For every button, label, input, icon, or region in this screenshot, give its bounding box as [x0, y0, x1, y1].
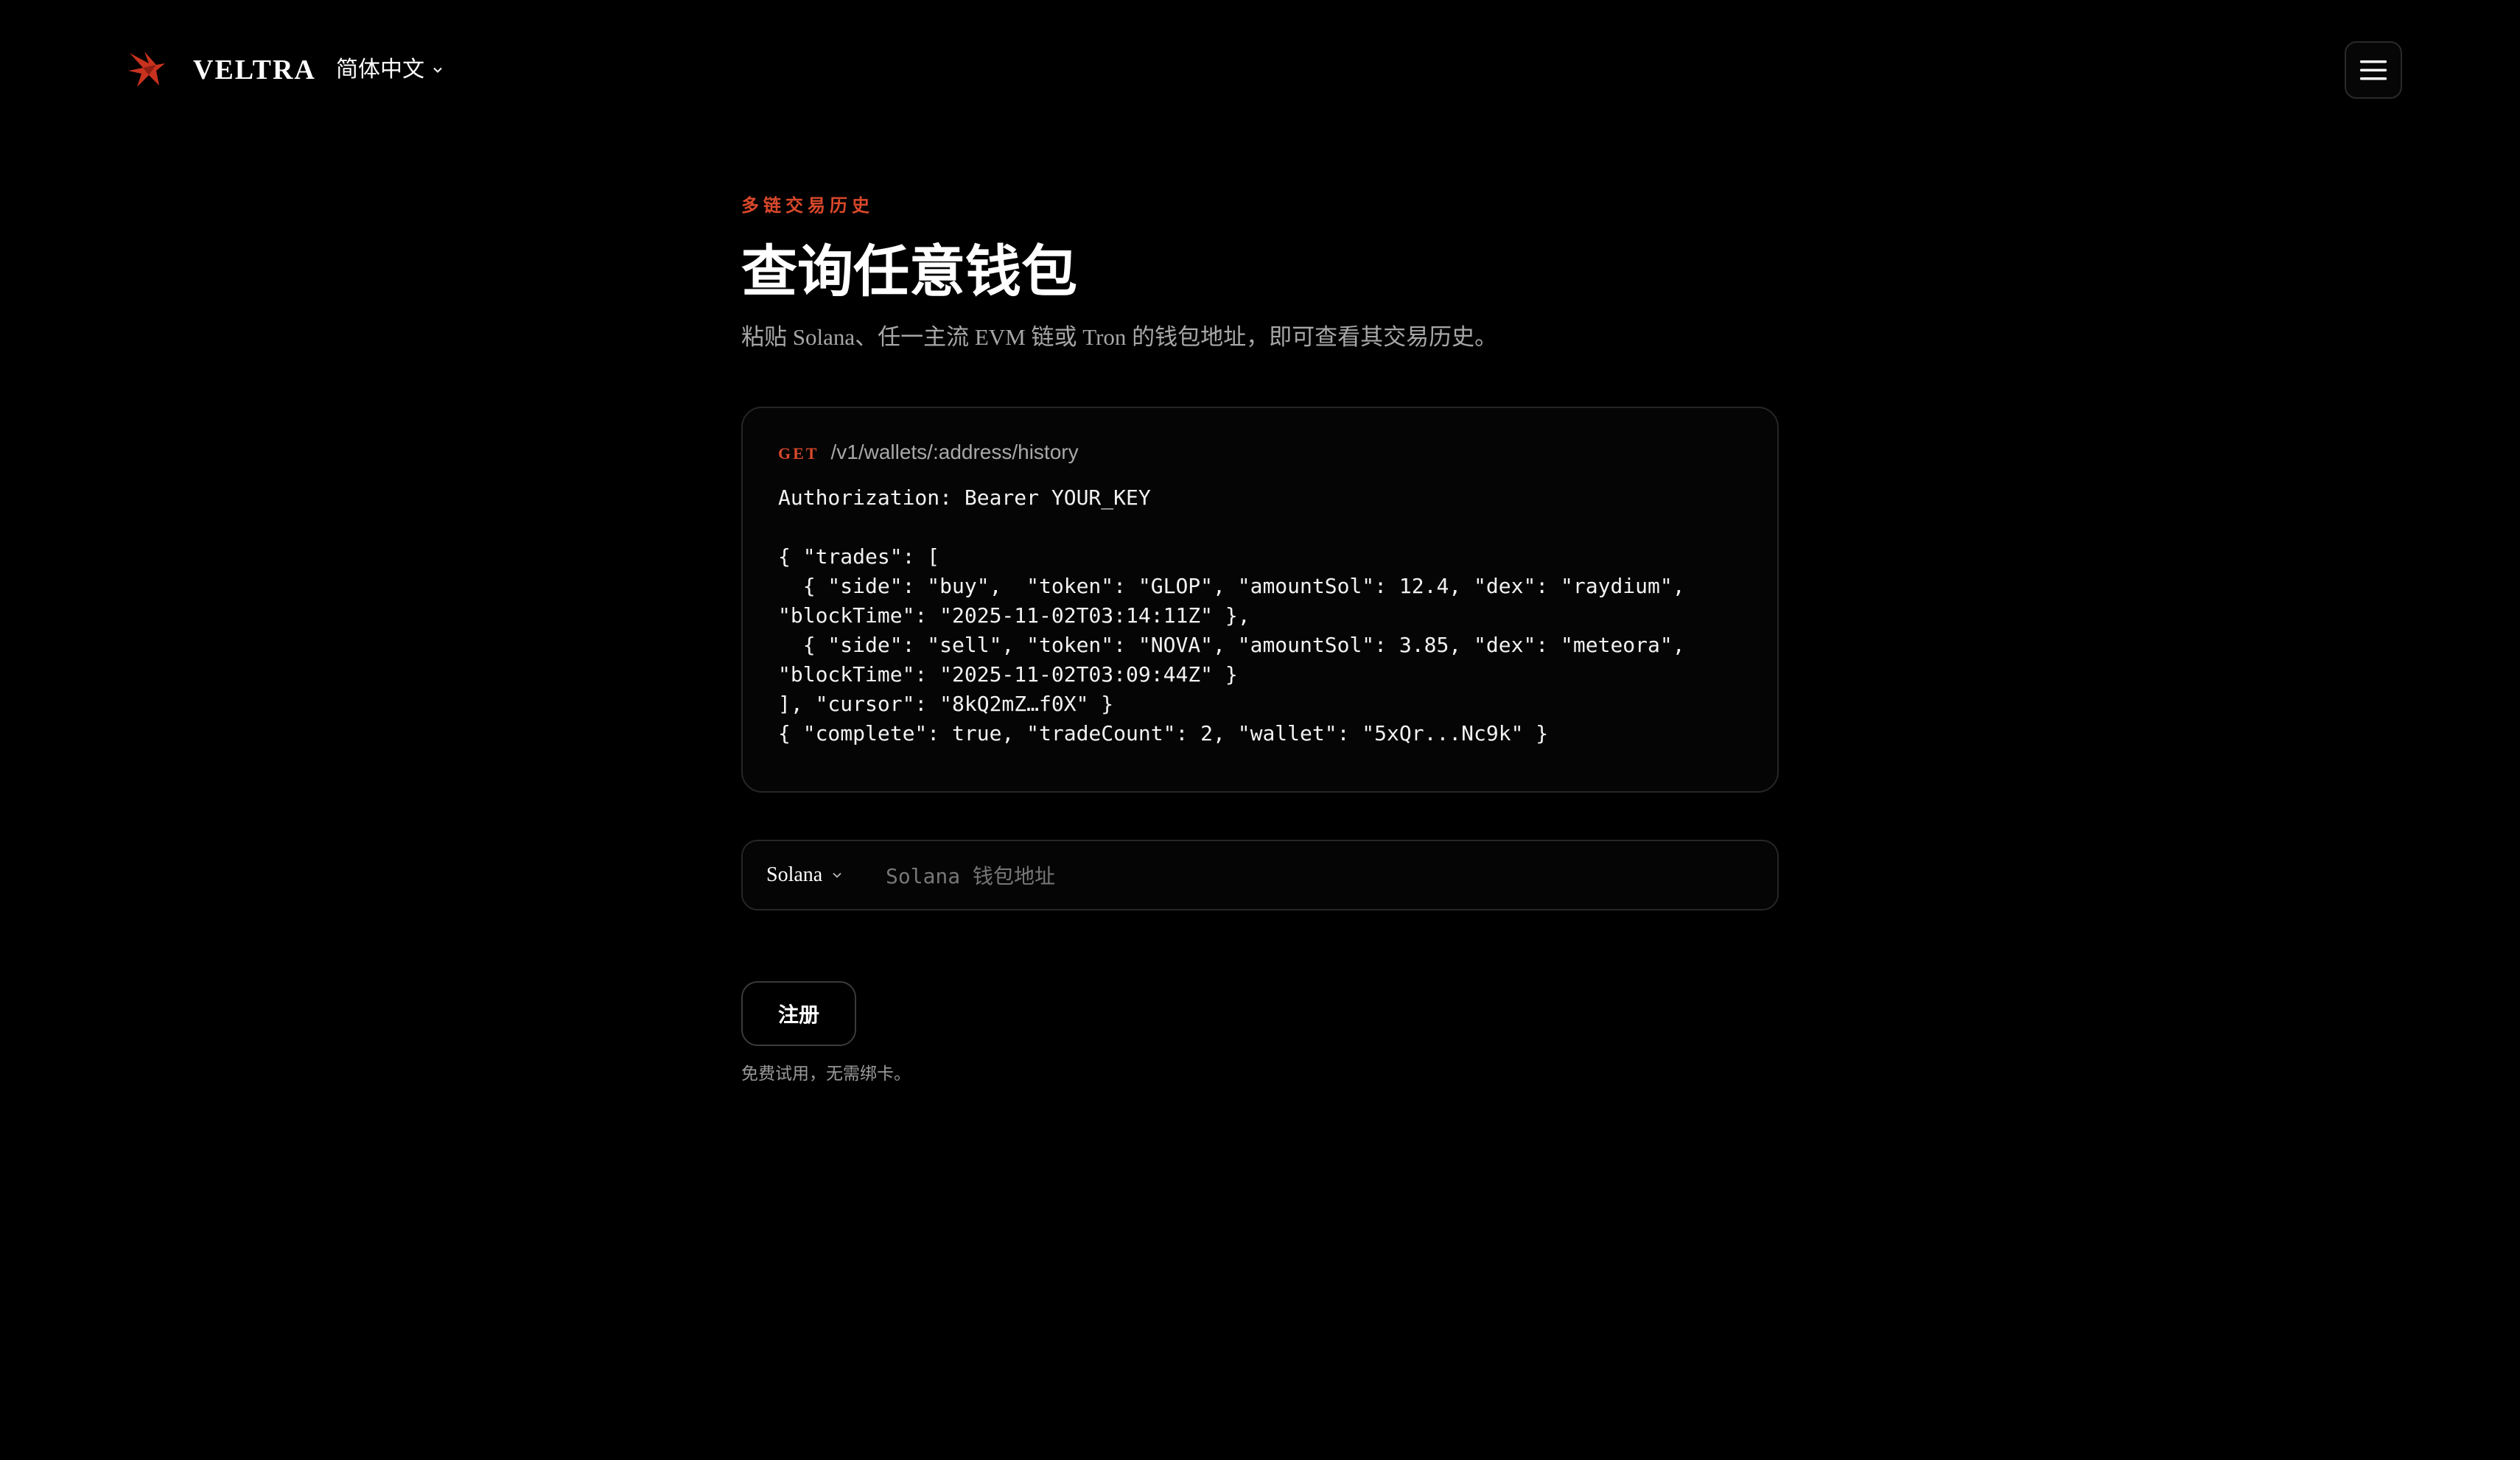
http-method: GET — [778, 444, 819, 463]
bird-logo-icon[interactable] — [127, 47, 168, 91]
wallet-address-input[interactable] — [884, 852, 1757, 900]
language-label: 简体中文 — [336, 57, 424, 82]
chain-select-label: Solana — [766, 863, 823, 886]
api-endpoint: /v1/wallets/:address/history — [830, 441, 1079, 463]
chain-select[interactable]: Solana — [766, 841, 843, 909]
page-subtitle: 粘贴 Solana、任一主流 EVM 链或 Tron 的钱包地址，即可查看其交易… — [741, 324, 1498, 350]
api-example-card: GET /v1/wallets/:address/history Authori… — [741, 407, 1779, 793]
chevron-down-icon — [433, 67, 442, 73]
request-line: GET /v1/wallets/:address/history — [778, 441, 1079, 464]
chevron-down-icon — [833, 872, 841, 878]
hamburger-icon — [2360, 60, 2387, 80]
site-header: VELTRA 简体中文 — [0, 0, 2520, 140]
language-selector[interactable]: 简体中文 — [336, 53, 444, 87]
brand-name[interactable]: VELTRA — [193, 53, 316, 87]
section-eyebrow: 多链交易历史 — [741, 197, 874, 216]
page-title: 查询任意钱包 — [741, 242, 1077, 303]
wallet-lookup-form: Solana — [741, 840, 1779, 910]
code-sample: Authorization: Bearer YOUR_KEY { "trades… — [778, 485, 1685, 745]
signup-button[interactable]: 注册 — [741, 981, 856, 1046]
free-trial-note: 免费试用，无需绑卡。 — [741, 1064, 911, 1083]
menu-button[interactable] — [2345, 41, 2402, 99]
main-content: 多链交易历史 查询任意钱包 粘贴 Solana、任一主流 EVM 链或 Tron… — [741, 192, 1779, 1083]
